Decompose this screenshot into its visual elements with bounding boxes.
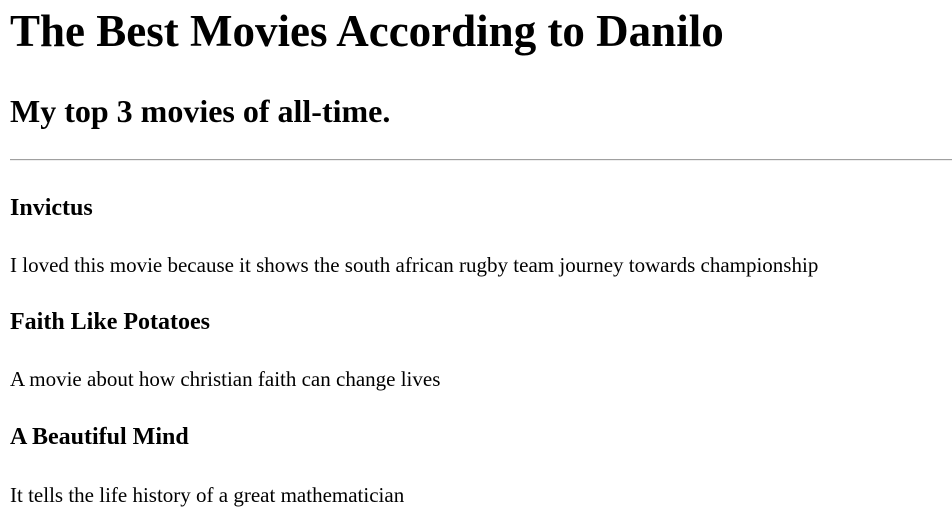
movie-description-a-beautiful-mind: It tells the life history of a great mat… [10, 483, 405, 507]
page: The Best Movies According to Danilo My t… [0, 0, 952, 522]
movie-title-a-beautiful-mind: A Beautiful Mind [10, 424, 189, 450]
movie-title-faith-like-potatoes: Faith Like Potatoes [10, 309, 210, 335]
page-subtitle: My top 3 movies of all-time. [10, 93, 391, 129]
movie-title-invictus: Invictus [10, 195, 93, 221]
divider [10, 159, 952, 161]
movie-description-faith-like-potatoes: A movie about how christian faith can ch… [10, 367, 441, 391]
movie-description-invictus: I loved this movie because it shows the … [10, 253, 819, 277]
page-title: The Best Movies According to Danilo [10, 6, 724, 56]
